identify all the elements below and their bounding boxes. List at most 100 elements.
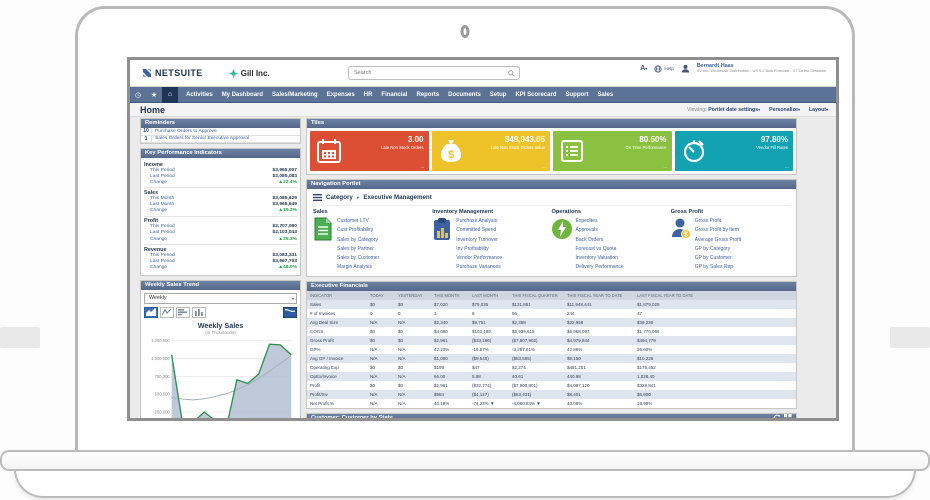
financials-column-header[interactable]: This Month bbox=[431, 290, 469, 300]
nav-portlet-link[interactable]: GP by Customer bbox=[695, 254, 741, 263]
reminder-item[interactable]: 10 Purchase Orders to Approve bbox=[141, 128, 300, 136]
financials-row[interactable]: GP% N/A N/A 42.20% -19.87% -3,287.61% 42… bbox=[307, 344, 796, 354]
tile-more[interactable]: ... bbox=[420, 164, 424, 170]
help-button[interactable]: Help bbox=[654, 64, 674, 73]
nav-menu-item[interactable]: KPI Scorecard bbox=[515, 92, 556, 98]
nav-portlet-link[interactable]: Cust Profitability bbox=[337, 226, 379, 235]
user-icon[interactable] bbox=[681, 64, 690, 73]
nav-menu-item[interactable]: Documents bbox=[448, 92, 481, 98]
financials-row[interactable]: Avg Deal Size N/A N/A $2,340 $9,751 $2,3… bbox=[307, 317, 796, 327]
financials-column-header[interactable]: Last Month bbox=[469, 290, 509, 300]
reminder-item[interactable]: 1 Sales Orders for Senior Executive Appr… bbox=[141, 135, 300, 143]
nav-menu-item[interactable]: Financial bbox=[381, 92, 407, 98]
nav-portlet-link[interactable]: Purchase Analysis bbox=[456, 217, 502, 226]
nav-portlet-link[interactable]: Sales by Partner bbox=[337, 245, 379, 254]
nav-portlet-link[interactable]: Average Gross Profit bbox=[695, 236, 741, 245]
financials-row[interactable]: OpEx/Invoice N/A N/A 66.00 5.88 40.61 44… bbox=[307, 371, 796, 381]
financials-row[interactable]: Gross Profit $0 $0 $2,961 ($33,186) ($7,… bbox=[307, 335, 796, 345]
nav-menu-item[interactable]: Reports bbox=[416, 92, 439, 98]
recent-records-icon[interactable]: ◷ bbox=[130, 91, 146, 99]
tile-late-orders[interactable]: 3.00 Late Non Stock Orders ... bbox=[310, 131, 429, 171]
tile-vendor-fill-rates[interactable]: 97.80% Vendor Fill Rates ... bbox=[674, 131, 793, 171]
nav-portlet-link[interactable]: Expedites bbox=[576, 217, 624, 226]
kpi-header[interactable]: Key Performance Indicators bbox=[141, 149, 300, 158]
navigation-portlet-header[interactable]: Navigation Portlet bbox=[307, 180, 796, 189]
nav-portlet-link[interactable]: Customer LTV bbox=[337, 217, 379, 226]
hamburger-icon[interactable] bbox=[313, 194, 322, 201]
nav-menu-item[interactable]: Support bbox=[565, 92, 588, 98]
global-search[interactable] bbox=[348, 66, 520, 80]
nav-portlet-link[interactable]: Committed Spend bbox=[456, 226, 502, 235]
tile-on-time-performance[interactable]: 80.50% On Time Performance ... bbox=[553, 131, 672, 171]
nav-portlet-link[interactable]: Sales by Category bbox=[337, 236, 379, 245]
user-menu[interactable]: Bernardt Haas SV Inc. Wholesale Distribu… bbox=[697, 63, 826, 74]
nav-portlet-link[interactable]: Vendor Performance bbox=[456, 254, 502, 263]
trend-range-select[interactable]: Weekly ▾ bbox=[144, 292, 297, 304]
export-chart-button[interactable] bbox=[283, 306, 297, 318]
reminder-label[interactable]: Purchase Orders to Approve bbox=[152, 129, 217, 134]
column-chart-button[interactable] bbox=[192, 306, 206, 318]
nav-portlet-link[interactable]: Approvals bbox=[576, 226, 624, 235]
viewing-settings-menu[interactable]: Viewing: Portlet date settings▾ bbox=[687, 107, 760, 113]
breadcrumb-root[interactable]: Category bbox=[326, 194, 353, 201]
nav-portlet-link[interactable]: Purchase Variances bbox=[456, 263, 502, 272]
nav-portlet-link[interactable]: Forecast vs Quota bbox=[576, 245, 624, 254]
company-switcher[interactable]: Gill Inc. bbox=[228, 68, 270, 78]
financials-column-header[interactable]: Last Fiscal Year to Date bbox=[634, 290, 796, 300]
tiles-header[interactable]: Tiles bbox=[307, 119, 796, 128]
financials-column-header[interactable]: Today bbox=[367, 290, 395, 300]
financials-column-header[interactable]: Indicator bbox=[307, 290, 367, 300]
customer-by-state-portlet[interactable]: Customer: Customer by State bbox=[306, 412, 797, 418]
shortcuts-star-icon[interactable]: ★ bbox=[146, 91, 162, 99]
nav-menu-item[interactable]: My Dashboard bbox=[222, 92, 263, 98]
financials-row[interactable]: Operating Exp $0 $0 $198 $47 $2,274 $481… bbox=[307, 362, 796, 372]
financials-row[interactable]: Profit/Inv N/A N/A $984 ($4,127) ($63,43… bbox=[307, 389, 796, 399]
nav-portlet-link[interactable]: Sales by Customer bbox=[337, 254, 379, 263]
reminder-label[interactable]: Sales Orders for Senior Executive Approv… bbox=[152, 136, 249, 141]
nav-portlet-link[interactable]: Delivery Performance bbox=[576, 263, 624, 272]
nav-menu-item[interactable]: Setup bbox=[490, 92, 507, 98]
nav-menu-item[interactable]: Expenses bbox=[327, 92, 355, 98]
nav-portlet-link[interactable]: Margin Analysis bbox=[337, 263, 379, 272]
financials-column-header[interactable]: This Fiscal Quarter bbox=[509, 290, 564, 300]
netsuite-logo[interactable]: NETSUITE bbox=[142, 68, 203, 78]
financials-row[interactable]: Net Profit % N/A N/A 40.19% -74.23% ▼ -4… bbox=[307, 398, 796, 408]
financials-header[interactable]: Executive Financials bbox=[307, 281, 796, 291]
financials-row[interactable]: Avg GP / Invoice N/A N/A $1,000 ($9,548)… bbox=[307, 353, 796, 363]
nav-portlet-link[interactable]: Inv Profitability bbox=[456, 245, 502, 254]
search-input[interactable] bbox=[349, 70, 508, 76]
financials-column-header[interactable]: This Fiscal Year to Date bbox=[564, 290, 634, 300]
grid-view-icon[interactable] bbox=[784, 414, 792, 418]
nav-portlet-link[interactable]: Back Orders bbox=[576, 236, 624, 245]
font-size-button[interactable]: A▾ bbox=[640, 65, 647, 72]
nav-menu-item[interactable]: HR bbox=[364, 92, 373, 98]
personalize-menu[interactable]: Personalize▾ bbox=[769, 107, 800, 113]
line-chart-button[interactable] bbox=[160, 306, 174, 318]
financials-row[interactable]: COGS $0 $0 $4,060 $103,180 $5,939,615 $6… bbox=[307, 326, 796, 336]
tile-more[interactable]: ... bbox=[663, 164, 667, 170]
home-tab-icon[interactable]: ⌂ bbox=[162, 86, 178, 103]
trend-header[interactable]: Weekly Sales Trend bbox=[141, 280, 300, 290]
nav-portlet-link[interactable]: Gross Profit by Item bbox=[695, 226, 741, 235]
nav-menu-item[interactable]: Activities bbox=[186, 92, 213, 98]
tile-late-orders-value[interactable]: $ $49,943.05 Late Non Stock Orders Value… bbox=[431, 131, 550, 171]
nav-portlet-link[interactable]: Inventory Turnover bbox=[456, 236, 502, 245]
financials-column-header[interactable]: Yesterday bbox=[395, 290, 431, 300]
area-chart-button[interactable] bbox=[144, 306, 158, 318]
tile-more[interactable]: ... bbox=[785, 164, 789, 170]
nav-portlet-link[interactable]: Gross Profit bbox=[695, 217, 741, 226]
financials-row[interactable]: # of Invoices 0 0 3 8 56 244 47 bbox=[307, 308, 796, 318]
nav-portlet-link[interactable]: Inventory Valuation bbox=[576, 254, 624, 263]
nav-portlet-link[interactable]: GP by Sales Rep bbox=[695, 263, 741, 272]
refresh-icon[interactable] bbox=[773, 414, 781, 418]
nav-portlet-link[interactable]: GP by Category bbox=[695, 245, 741, 254]
financials-row[interactable]: Sales $0 $0 $7,020 $75,035 $131,851 $11,… bbox=[307, 299, 796, 309]
reminders-header[interactable]: Reminders bbox=[141, 119, 300, 128]
layout-menu[interactable]: Layout▾ bbox=[809, 107, 828, 113]
search-icon[interactable] bbox=[508, 69, 515, 77]
tile-more[interactable]: ... bbox=[542, 164, 546, 170]
financials-row[interactable]: Profit $0 $0 $2,961 ($32,774) ($7,908,80… bbox=[307, 380, 796, 390]
bar-chart-button[interactable] bbox=[176, 306, 190, 318]
nav-menu-item[interactable]: Sales bbox=[597, 92, 613, 98]
nav-menu-item[interactable]: Sales/Marketing bbox=[272, 92, 318, 98]
